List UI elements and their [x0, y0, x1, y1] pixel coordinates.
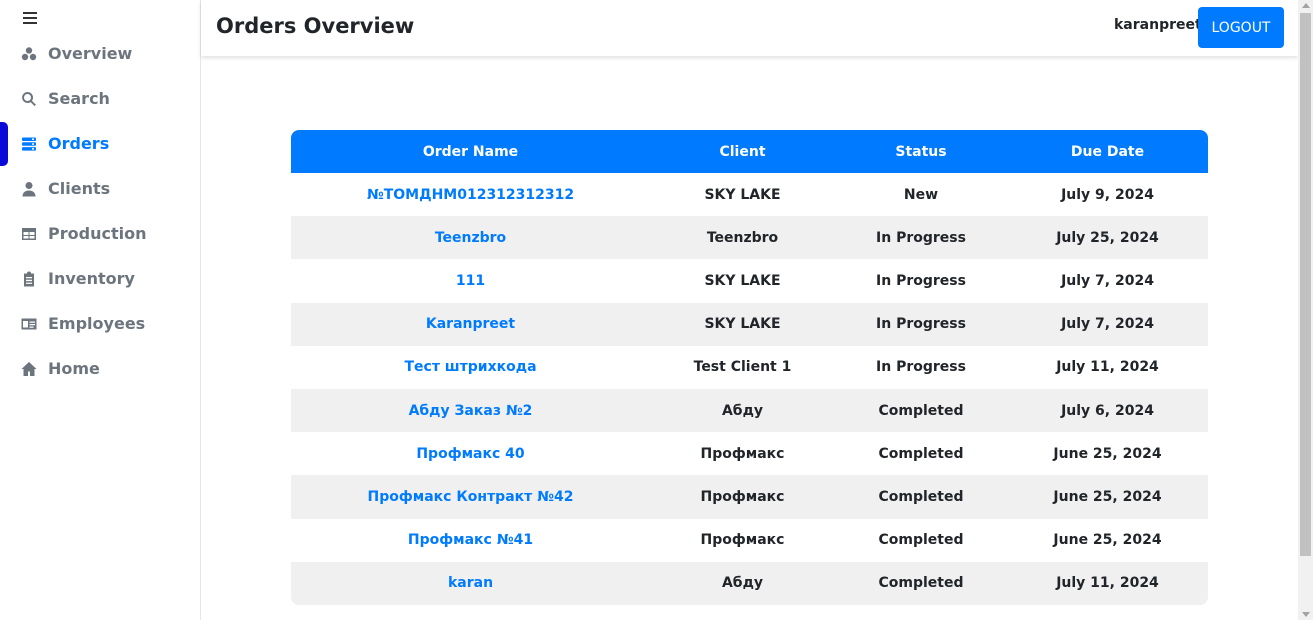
- orders-table: Order Name Client Status Due Date №ТОМДН…: [291, 130, 1208, 605]
- order-name-link[interactable]: Профмакс №41: [291, 519, 650, 562]
- overview-icon: [20, 45, 38, 63]
- sidebar-item-home[interactable]: Home: [0, 346, 200, 391]
- due-date-cell: June 25, 2024: [1053, 532, 1162, 549]
- order-name-link[interactable]: №ТОМДНМ012312312312: [291, 173, 650, 216]
- page-title: Orders Overview: [216, 14, 415, 38]
- home-icon: [20, 360, 38, 378]
- sidebar-item-label: Production: [48, 224, 147, 243]
- scroll-down-arrow-icon[interactable]: [1302, 612, 1310, 617]
- order-name-link[interactable]: Абду Заказ №2: [291, 389, 650, 432]
- due-date-cell: July 7, 2024: [1061, 316, 1154, 333]
- status-cell: Completed: [878, 402, 964, 419]
- table-row: Тест штрихкода Test Client 1 In Progress…: [291, 345, 1208, 389]
- status-cell: Completed: [878, 445, 964, 462]
- clipboard-icon: [20, 270, 38, 288]
- user-icon: [20, 180, 38, 198]
- table-row: Teenzbro Teenzbro In Progress July 25, 2…: [291, 216, 1208, 260]
- client-cell: SKY LAKE: [704, 186, 781, 203]
- sidebar-item-label: Clients: [48, 179, 111, 198]
- table-row: Karanpreet SKY LAKE In Progress July 7, …: [291, 302, 1208, 346]
- client-cell: Абду: [721, 575, 764, 592]
- order-name-link[interactable]: Karanpreet: [291, 303, 650, 346]
- table-row: 111 SKY LAKE In Progress July 7, 2024: [291, 259, 1208, 303]
- scroll-up-arrow-icon[interactable]: [1302, 3, 1310, 8]
- order-name-link[interactable]: Профмакс Контракт №42: [291, 475, 650, 518]
- client-cell: SKY LAKE: [704, 272, 781, 289]
- id-card-icon: [20, 315, 38, 333]
- sidebar-item-search[interactable]: Search: [0, 76, 200, 121]
- order-name-link[interactable]: Тест штрихкода: [291, 346, 650, 389]
- due-date-cell: June 25, 2024: [1053, 488, 1162, 505]
- due-date-cell: July 25, 2024: [1056, 229, 1159, 246]
- sidebar-item-label: Employees: [48, 314, 146, 333]
- sidebar-item-label: Orders: [48, 134, 110, 153]
- sidebar-item-production[interactable]: Production: [0, 211, 200, 256]
- sidebar-item-label: Overview: [48, 44, 133, 63]
- sidebar-item-employees[interactable]: Employees: [0, 301, 200, 346]
- order-name-link[interactable]: Профмакс 40: [291, 432, 650, 475]
- sidebar-nav: Overview Search Orders Clients Productio…: [0, 31, 200, 391]
- status-cell: In Progress: [876, 272, 966, 289]
- due-date-cell: July 11, 2024: [1056, 359, 1159, 376]
- sidebar-item-label: Home: [48, 359, 100, 378]
- sidebar-item-orders[interactable]: Orders: [0, 121, 200, 166]
- client-cell: Профмакс: [700, 445, 785, 462]
- sidebar-item-inventory[interactable]: Inventory: [0, 256, 200, 301]
- column-header-client: Client: [719, 143, 766, 160]
- username: karanpreet: [1114, 17, 1202, 33]
- orders-icon: [20, 135, 38, 153]
- menu-icon[interactable]: [23, 12, 37, 26]
- client-cell: Teenzbro: [706, 229, 779, 246]
- status-cell: New: [903, 186, 939, 203]
- sidebar-item-label: Inventory: [48, 269, 135, 288]
- column-header-status: Status: [895, 143, 947, 160]
- scrollbar-thumb[interactable]: [1300, 13, 1311, 556]
- status-cell: Completed: [878, 488, 964, 505]
- status-cell: In Progress: [876, 359, 966, 376]
- due-date-cell: July 11, 2024: [1056, 575, 1159, 592]
- search-icon: [20, 90, 38, 108]
- due-date-cell: July 9, 2024: [1061, 186, 1154, 203]
- client-cell: Профмакс: [700, 532, 785, 549]
- table-row: №ТОМДНМ012312312312 SKY LAKE New July 9,…: [291, 173, 1208, 217]
- table-row: karan Абду Completed July 11, 2024: [291, 561, 1208, 605]
- due-date-cell: July 7, 2024: [1061, 272, 1154, 289]
- order-name-link[interactable]: karan: [291, 562, 650, 605]
- sidebar-item-clients[interactable]: Clients: [0, 166, 200, 211]
- status-cell: In Progress: [876, 229, 966, 246]
- order-name-link[interactable]: Teenzbro: [291, 216, 650, 259]
- order-name-link[interactable]: 111: [291, 259, 650, 302]
- table-row: Профмакс Контракт №42 Профмакс Completed…: [291, 475, 1208, 519]
- status-cell: In Progress: [876, 316, 966, 333]
- table-header-row: Order Name Client Status Due Date: [291, 130, 1208, 173]
- client-cell: Test Client 1: [693, 359, 792, 376]
- top-header: Orders Overview karanpreet LOGOUT: [201, 0, 1298, 56]
- sidebar-item-overview[interactable]: Overview: [0, 31, 200, 76]
- sidebar: Overview Search Orders Clients Productio…: [0, 0, 201, 620]
- vertical-scrollbar[interactable]: [1298, 0, 1313, 620]
- table-row: Профмакс №41 Профмакс Completed June 25,…: [291, 518, 1208, 562]
- column-header-order-name: Order Name: [422, 143, 519, 160]
- due-date-cell: June 25, 2024: [1053, 445, 1162, 462]
- column-header-due-date: Due Date: [1070, 143, 1145, 160]
- status-cell: Completed: [878, 575, 964, 592]
- client-cell: Абду: [721, 402, 764, 419]
- table-icon: [20, 225, 38, 243]
- logout-button[interactable]: LOGOUT: [1198, 7, 1284, 48]
- table-row: Профмакс 40 Профмакс Completed June 25, …: [291, 432, 1208, 476]
- due-date-cell: July 6, 2024: [1061, 402, 1154, 419]
- sidebar-item-label: Search: [48, 89, 110, 108]
- client-cell: SKY LAKE: [704, 316, 781, 333]
- client-cell: Профмакс: [700, 488, 785, 505]
- status-cell: Completed: [878, 532, 964, 549]
- table-row: Абду Заказ №2 Абду Completed July 6, 202…: [291, 388, 1208, 433]
